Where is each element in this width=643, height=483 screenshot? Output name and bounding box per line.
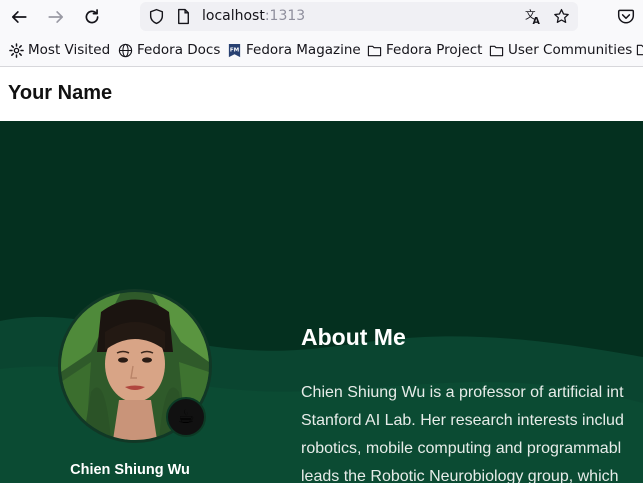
hero-section: ☕ Chien Shiung Wu About Me Chien Shiung … (0, 121, 643, 483)
url-host: localhost (202, 8, 265, 24)
reload-icon[interactable] (79, 5, 105, 29)
coffee-icon: ☕ (166, 397, 206, 437)
bookmark-overflow[interactable] (636, 42, 643, 57)
url-port: :1313 (264, 8, 306, 24)
svg-text:A: A (532, 16, 540, 25)
svg-text:FM: FM (230, 47, 240, 53)
browser-toolbar: localhost:1313 文A (0, 0, 643, 34)
bookmark-label: Fedora Docs (137, 42, 221, 58)
back-arrow-icon[interactable] (6, 5, 32, 29)
page-icon[interactable] (175, 8, 192, 25)
folder-icon (489, 43, 504, 58)
bookmark-label: Most Visited (28, 42, 111, 58)
bookmark-label: Fedora Project (386, 42, 483, 58)
about-heading: About Me (301, 324, 406, 350)
folder-icon (367, 43, 382, 58)
pocket-icon[interactable] (617, 7, 635, 25)
shield-icon[interactable] (148, 8, 165, 25)
url-bar[interactable]: localhost:1313 文A (140, 2, 578, 31)
site-title[interactable]: Your Name (8, 82, 112, 105)
about-line: robotics, mobile computing and programma… (301, 440, 622, 457)
about-body: Chien Shiung Wu is a professor of artifi… (301, 379, 643, 483)
url-text[interactable]: localhost:1313 (202, 8, 305, 24)
bookmark-user-communities[interactable]: User Communities (489, 42, 632, 58)
bookmark-fedora-magazine[interactable]: FM Fedora Magazine (227, 42, 361, 58)
star-icon[interactable] (553, 8, 570, 25)
globe-icon (118, 43, 133, 58)
bookmark-label: Fedora Magazine (246, 42, 361, 58)
about-line: Chien Shiung Wu is a professor of artifi… (301, 384, 624, 401)
bookmark-label: User Communities (508, 42, 633, 58)
site-header: Your Name (0, 67, 643, 121)
bookmark-most-visited[interactable]: Most Visited (9, 42, 110, 58)
about-line: leads the Robotic Neurobiology group, wh… (301, 468, 619, 483)
bookmark-fedora-project[interactable]: Fedora Project (367, 42, 482, 58)
folder-icon (636, 42, 643, 57)
profile-name: Chien Shiung Wu (70, 462, 190, 478)
bookmarks-bar: Most Visited Fedora Docs FM Fedora Magaz… (0, 34, 643, 67)
about-line: Stanford AI Lab. Her research interests … (301, 412, 624, 429)
fm-icon: FM (227, 43, 242, 58)
bookmark-fedora-docs[interactable]: Fedora Docs (118, 42, 220, 58)
translate-icon[interactable]: 文A (525, 8, 542, 27)
gear-icon (9, 42, 24, 58)
forward-arrow-icon[interactable] (43, 5, 69, 29)
